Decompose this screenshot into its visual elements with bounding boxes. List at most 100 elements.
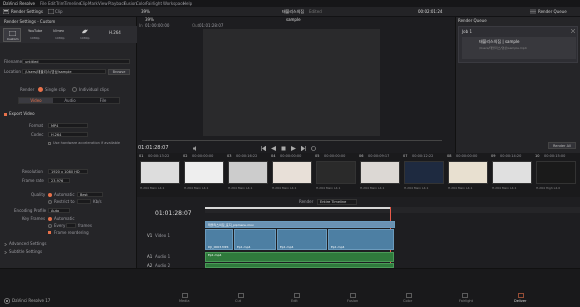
video-clip[interactable]: Ep1.mp4 [328,229,394,250]
clip-thumbnail[interactable]: 06 00:00:09:17 H.264 Main L4.1 [359,153,401,197]
thumbnail-image [492,161,532,184]
export-video-checkbox[interactable] [4,113,7,116]
chevron-right-icon [4,243,7,246]
page-fairlight[interactable]: Fairlight [450,293,480,307]
menu-edit[interactable]: Edit [48,1,56,6]
menu-clip[interactable]: Clip [80,1,88,6]
render-range-select[interactable]: Entire Timeline [317,199,357,205]
play-reverse-icon[interactable] [271,146,276,151]
menu-fairlight[interactable]: Fairlight [146,1,162,6]
edited-status: Edited [309,9,322,14]
page-media[interactable]: Media [170,293,200,307]
encoding-select[interactable]: Auto [48,208,70,213]
hw-accel-checkbox[interactable] [48,142,51,145]
thumbnail-codec: H.264 Main L4.1 [448,186,473,190]
stop-icon[interactable] [281,146,286,151]
clip-thumbnail[interactable]: 02 00:00:00:00 H.264 Main L4.1 [183,153,225,197]
viewer-zoom[interactable]: 39% [145,18,154,22]
menu-workspace[interactable]: Workspace [163,1,185,6]
go-to-start-icon[interactable] [261,146,266,151]
menu-help[interactable]: Help [183,1,192,6]
menu-color[interactable]: Color [136,1,146,6]
frame-reorder-checkbox[interactable] [48,231,51,234]
resolution-select[interactable]: 1920 x 1080 HD [48,169,88,174]
browse-button[interactable]: Browse [108,69,130,75]
clip-thumbnail[interactable]: 08 00:00:00:00 H.264 Main L4.1 [447,153,489,197]
clip-toggle[interactable]: Clip [55,10,63,14]
every-field[interactable] [66,223,76,228]
thumbnail-timecode: 00:00:09:17 [368,154,390,158]
clip-thumbnail[interactable]: 01 00:00:13:22 H.264 Main L4.1 [139,153,181,197]
thumbnail-codec: H.264 Main L4.1 [360,186,385,190]
menu-app[interactable]: DaVinci Resolve [3,1,35,6]
video-preview[interactable] [203,29,380,136]
menu-mark[interactable]: Mark [88,1,98,6]
clip-thumbnail[interactable]: 03 00:00:16:22 H.264 Main L4.1 [227,153,269,197]
format-select[interactable]: MP4 [48,123,88,128]
render-queue-toggle[interactable]: Render Queue [538,10,567,14]
video-clip[interactable]: DJI_0003.MP4 [205,229,233,250]
thumbnail-number: 08 [447,154,452,158]
clip-thumbnail[interactable]: 04 00:00:00:00 H.264 Main L4.1 [271,153,313,197]
clip-thumbnail[interactable]: 07 00:00:12:22 H.264 Main L4.1 [403,153,445,197]
clip-icon[interactable] [48,9,54,14]
subtitle-settings-toggle[interactable]: Subtitle Settings [9,250,42,254]
preset-vimeo[interactable]: Vimeo 1080p [51,28,71,42]
go-to-end-icon[interactable] [301,146,306,151]
framerate-select[interactable]: 23.976 [48,178,70,183]
page-deliver[interactable]: Deliver [506,293,536,307]
render-all-button[interactable]: Render All [548,142,576,149]
menu-timeline[interactable]: Timeline [64,1,81,6]
video-clip[interactable]: Ep1.mp4 [277,229,327,250]
thumbnail-number: 06 [359,154,364,158]
clip-thumbnail[interactable]: 09 00:00:14:20 H.264 Main L4.1 [491,153,533,197]
page-cut[interactable]: Cut [226,293,256,307]
preset-twitter[interactable]: 1080p [76,28,96,42]
keyframes-auto-radio[interactable] [48,217,52,221]
individual-clips-radio[interactable] [72,87,77,92]
job-card[interactable]: 태블리스의집 | sample /Users/태블리스/영상/sample.mp… [462,37,576,59]
title-clip[interactable]: 태블리스의집_표지_pipmenu.mov [205,221,395,228]
render-job[interactable]: Job 1 태블리스의집 | sample /Users/태블리스/영상/sam… [458,26,578,63]
menu-view[interactable]: View [98,1,108,6]
render-settings-toggle[interactable]: Render Settings [11,10,43,14]
volume-icon[interactable] [193,146,198,151]
page-fusion[interactable]: Fusion [338,293,368,307]
loop-icon[interactable] [311,146,316,151]
play-icon[interactable] [291,146,296,151]
preset-custom[interactable]: Custom [3,28,21,42]
quality-auto-radio[interactable] [48,193,52,197]
codec-select[interactable]: H.264 [48,132,88,137]
advanced-settings-toggle[interactable]: Advanced Settings [9,242,46,246]
restrict-field[interactable] [77,199,91,204]
filename-field[interactable]: untitled [22,59,130,64]
single-clip-radio[interactable] [38,87,43,92]
menu-fusion[interactable]: Fusion [124,1,137,6]
menu-file[interactable]: File [40,1,47,6]
close-icon[interactable] [571,29,575,33]
page-edit[interactable]: Edit [282,293,312,307]
page-label: Fusion [347,299,359,303]
video-clip[interactable]: Ep1.mp4 [234,229,276,250]
tab-audio[interactable]: Audio [53,98,87,103]
scrubber-bar[interactable] [142,140,442,141]
preset-youtube[interactable]: YouTube 1080p [26,28,46,42]
keyframes-every-radio[interactable] [48,224,52,228]
quality-select[interactable]: Best [77,192,103,197]
resolution-label: Resolution [22,169,43,174]
tc-in: 01:00:00:00 [145,23,170,28]
restrict-radio[interactable] [48,200,52,204]
render-settings-icon[interactable] [3,9,9,14]
clip-thumbnail[interactable]: 05 00:00:00:00 H.264 Main L4.1 [315,153,357,197]
thumbnail-number: 03 [227,154,232,158]
preset-h264[interactable]: H.264 [101,28,125,42]
zoom-level[interactable]: 39% [141,10,150,14]
page-color[interactable]: Color [394,293,424,307]
render-queue-icon[interactable] [530,9,536,14]
tab-file[interactable]: File [87,98,119,103]
tab-video[interactable]: Video [19,98,53,103]
audio-clip[interactable]: Ep1.mp4 [205,252,394,262]
clip-thumbnail[interactable]: 10 00:00:15:00 H.264 High L4.0 [535,153,577,197]
location-field[interactable]: /Users/태블리스/영상/sample [22,69,106,74]
thumbnail-timecode: 00:00:13:22 [148,154,170,158]
